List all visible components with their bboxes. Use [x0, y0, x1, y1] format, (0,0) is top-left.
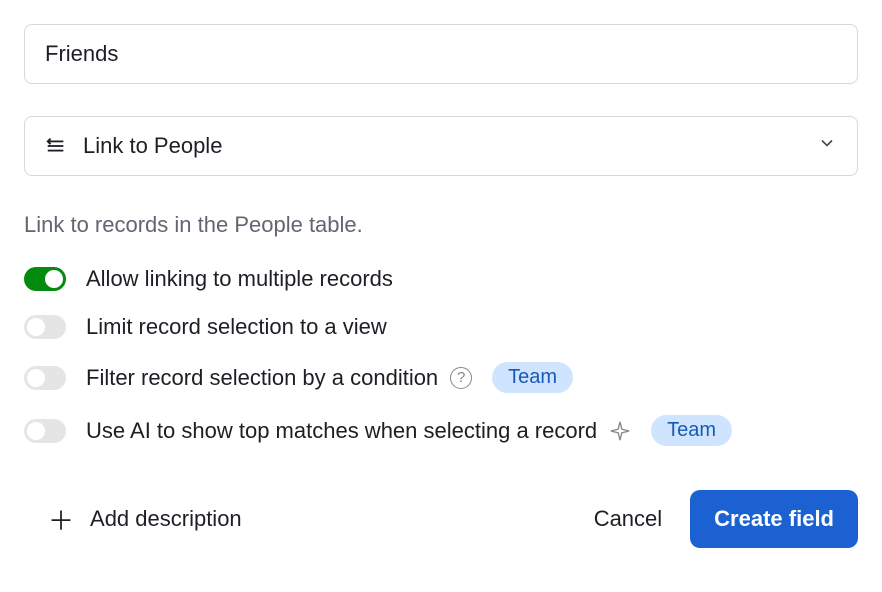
toggle-filter-condition[interactable] [24, 366, 66, 390]
option-limit-view-label: Limit record selection to a view [86, 314, 387, 340]
option-ai-matches: Use AI to show top matches when selectin… [24, 415, 858, 446]
option-ai-matches-label: Use AI to show top matches when selectin… [86, 418, 597, 444]
field-type-select[interactable]: Link to People [24, 116, 858, 176]
link-icon [45, 135, 67, 157]
toggle-ai-matches[interactable] [24, 419, 66, 443]
add-description-button[interactable]: ＋ Add description [24, 493, 242, 546]
option-filter-condition: Filter record selection by a condition ?… [24, 362, 858, 393]
create-field-button[interactable]: Create field [690, 490, 858, 548]
toggle-limit-view[interactable] [24, 315, 66, 339]
options-section: Allow linking to multiple records Limit … [24, 266, 858, 446]
plus-icon: ＋ [48, 501, 74, 538]
field-type-description: Link to records in the People table. [24, 212, 858, 238]
add-description-label: Add description [90, 506, 242, 532]
sparkle-icon [609, 420, 631, 442]
team-badge-ai: Team [651, 415, 732, 446]
option-allow-multiple: Allow linking to multiple records [24, 266, 858, 292]
option-allow-multiple-label: Allow linking to multiple records [86, 266, 393, 292]
field-type-label: Link to People [83, 133, 222, 159]
footer: ＋ Add description Cancel Create field [24, 490, 858, 548]
toggle-allow-multiple[interactable] [24, 267, 66, 291]
field-name-input[interactable] [24, 24, 858, 84]
chevron-down-icon [817, 133, 837, 159]
help-icon[interactable]: ? [450, 367, 472, 389]
footer-actions: Cancel Create field [594, 490, 858, 548]
team-badge-filter: Team [492, 362, 573, 393]
option-limit-view: Limit record selection to a view [24, 314, 858, 340]
cancel-button[interactable]: Cancel [594, 506, 662, 532]
option-filter-condition-label: Filter record selection by a condition [86, 365, 438, 391]
